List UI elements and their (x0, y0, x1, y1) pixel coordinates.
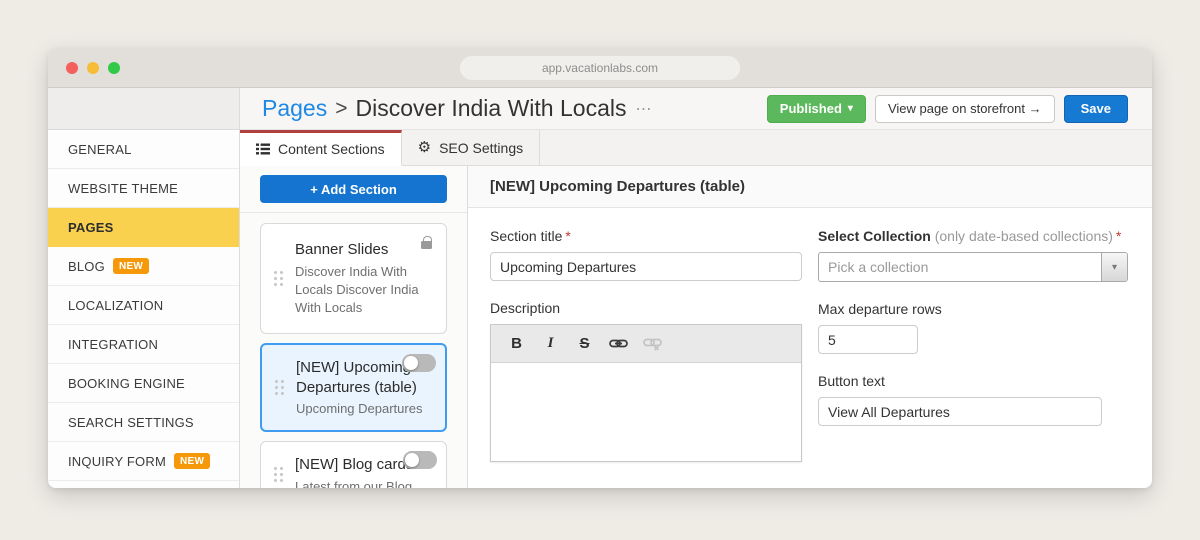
sidebar-item-integration[interactable]: INTEGRATION (48, 325, 239, 364)
save-button[interactable]: Save (1063, 94, 1128, 123)
add-section-button[interactable]: + Add Section (260, 175, 447, 203)
collection-select[interactable]: Pick a collection ▾ (818, 252, 1128, 282)
tab-bar: Content Sections ⚙ SEO Settings (240, 130, 1152, 166)
tab-seo-settings[interactable]: ⚙ SEO Settings (402, 130, 541, 165)
sidebar-item-localization[interactable]: LOCALIZATION (48, 286, 239, 325)
new-badge: NEW (173, 453, 211, 469)
view-storefront-button[interactable]: View page on storefront → (874, 94, 1055, 123)
breadcrumb-separator: > (335, 96, 348, 120)
max-rows-input[interactable] (818, 325, 918, 354)
italic-button[interactable]: I (536, 330, 565, 358)
browser-chrome: app.vacationlabs.com (48, 48, 1152, 88)
section-card-banner-slides[interactable]: Banner Slides Discover India With Locals… (260, 223, 447, 335)
section-card-upcoming-departures[interactable]: [NEW] Upcoming Departures (table) Upcomi… (260, 343, 447, 433)
sidebar-item-label: GENERAL (68, 141, 132, 157)
breadcrumb-pages-link[interactable]: Pages (262, 95, 327, 122)
unlink-icon (643, 338, 662, 351)
button-text-label: Button text (818, 373, 885, 389)
maximize-button[interactable] (108, 61, 120, 74)
collection-hint: (only date-based collections) (934, 228, 1113, 244)
sidebar-item-blog[interactable]: BLOG NEW (48, 247, 239, 286)
minimize-button[interactable] (87, 61, 99, 74)
list-icon (256, 143, 270, 155)
sections-list-panel: + Add Section Banner Slides Discover Ind… (240, 166, 468, 488)
strikethrough-button[interactable]: S (570, 330, 599, 358)
window-controls (66, 61, 120, 74)
published-label: Published (779, 101, 842, 116)
section-visibility-toggle[interactable] (403, 451, 437, 470)
sidebar-item-label: BLOG (68, 258, 105, 274)
section-card-subtitle: Upcoming Departures (296, 401, 423, 417)
title-overflow-menu[interactable]: ⋯ (635, 99, 651, 119)
sidebar-item-label: INTEGRATION (68, 336, 159, 352)
drag-handle-icon[interactable] (274, 270, 283, 287)
lock-icon (421, 236, 432, 249)
published-dropdown-button[interactable]: Published ▾ (766, 94, 866, 123)
sidebar-item-pages[interactable]: PAGES (48, 208, 239, 247)
link-icon (609, 339, 628, 348)
section-editor-heading: [NEW] Upcoming Departures (table) (468, 166, 1152, 208)
section-visibility-toggle[interactable] (402, 354, 436, 373)
bold-button[interactable]: B (502, 330, 531, 358)
page-title: Discover India With Locals (355, 95, 627, 121)
drag-handle-icon[interactable] (275, 379, 284, 396)
new-badge: NEW (112, 258, 150, 274)
sidebar-item-website-theme[interactable]: WEBSITE THEME (48, 169, 239, 208)
editor-toolbar: B I S (491, 325, 801, 363)
chevron-down-icon: ▾ (1111, 261, 1118, 273)
address-bar[interactable]: app.vacationlabs.com (460, 55, 740, 80)
link-button[interactable] (604, 330, 633, 358)
collection-select-placeholder: Pick a collection (828, 259, 929, 275)
section-title-label: Section title * (490, 228, 571, 244)
sidebar-item-label: SEARCH SETTINGS (68, 414, 194, 430)
sidebar-item-label: WEBSITE THEME (68, 180, 178, 196)
settings-sidebar: GENERAL WEBSITE THEME PAGES BLOG NEW LOC… (48, 88, 240, 488)
section-card-subtitle: Latest from our Blog (295, 478, 413, 488)
button-text-input[interactable] (818, 397, 1102, 426)
description-label: Description (490, 300, 561, 316)
tab-label: Content Sections (278, 141, 385, 157)
sidebar-top-spacer (48, 88, 239, 130)
max-rows-label: Max departure rows (818, 301, 942, 317)
browser-window: app.vacationlabs.com GENERAL WEBSITE THE… (48, 48, 1152, 488)
unlink-button[interactable] (638, 330, 667, 358)
tab-label: SEO Settings (439, 139, 524, 156)
sidebar-item-label: LOCALIZATION (68, 297, 164, 313)
sidebar-item-inquiry-form[interactable]: INQUIRY FORM NEW (48, 442, 239, 481)
page-header: Pages > Discover India With Locals ⋯ Pub… (240, 88, 1152, 130)
sidebar-item-booking-engine[interactable]: BOOKING ENGINE (48, 364, 239, 403)
section-title-input[interactable] (490, 252, 802, 281)
chevron-down-icon: ▾ (847, 103, 853, 114)
close-button[interactable] (66, 61, 78, 74)
required-asterisk: * (1115, 228, 1122, 244)
section-card-subtitle: Discover India With Locals Discover Indi… (295, 263, 419, 315)
section-card-title: Banner Slides (295, 241, 389, 258)
sidebar-item-search-settings[interactable]: SEARCH SETTINGS (48, 403, 239, 442)
required-asterisk: * (565, 228, 571, 244)
description-editor-area[interactable] (491, 363, 801, 461)
gear-icon: ⚙ (417, 139, 432, 156)
sidebar-item-general[interactable]: GENERAL (48, 130, 239, 169)
section-editor-panel: [NEW] Upcoming Departures (table) Sectio… (468, 166, 1152, 488)
sidebar-item-label: INQUIRY FORM (68, 453, 166, 469)
sidebar-item-label: BOOKING ENGINE (68, 375, 185, 391)
sidebar-item-label: PAGES (68, 219, 114, 235)
drag-handle-icon[interactable] (274, 467, 283, 483)
section-card-blog-cards[interactable]: [NEW] Blog cards Latest from our Blog (260, 441, 447, 488)
description-rich-text-editor: B I S (490, 324, 802, 462)
select-caret-button[interactable]: ▾ (1101, 253, 1127, 281)
tab-content-sections[interactable]: Content Sections (240, 130, 402, 166)
select-collection-label: Select Collection (only date-based colle… (818, 228, 1122, 244)
